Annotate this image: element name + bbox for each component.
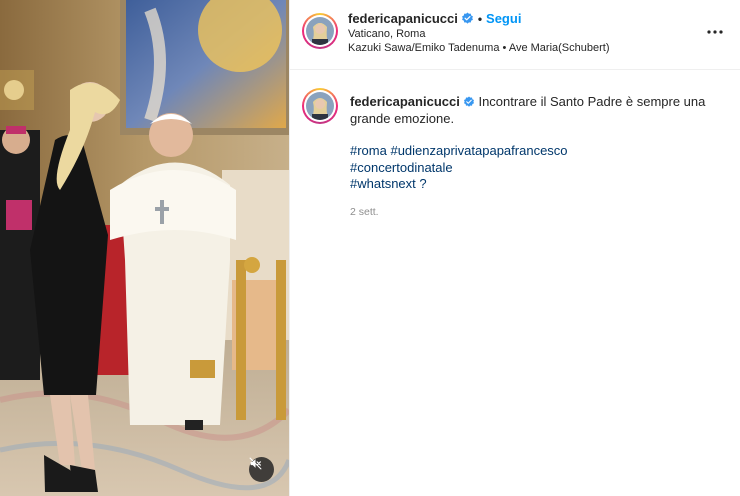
header-separator: •: [477, 12, 483, 26]
speaker-muted-icon: [249, 457, 262, 470]
hashtag-link[interactable]: #whatsnext ?: [350, 176, 730, 193]
more-options-icon: [707, 30, 723, 34]
verified-badge-icon: [463, 96, 474, 107]
verified-badge-icon: [461, 12, 473, 24]
header-top-line: federicapanicucci • Segui: [348, 10, 521, 28]
avatar-photo: [306, 92, 334, 120]
follow-button[interactable]: Segui: [486, 11, 521, 26]
hashtag-link[interactable]: #concertodinatale: [350, 160, 730, 177]
audio-artist: Kazuki Sawa/Emiko Tadenuma: [348, 42, 500, 54]
hashtag-link[interactable]: #roma #udienzaprivatapapafrancesco: [350, 143, 730, 160]
audio-separator: •: [502, 42, 507, 54]
caption-username[interactable]: federicapanicucci: [350, 94, 460, 109]
avatar-photo: [306, 17, 334, 45]
audio-title: Ave Maria(Schubert): [508, 42, 610, 54]
post-media[interactable]: [0, 0, 289, 496]
caption-avatar[interactable]: [302, 88, 338, 124]
post-detail-panel: federicapanicucci • Segui Vaticano, Roma …: [289, 0, 740, 496]
mute-button[interactable]: [249, 457, 274, 482]
caption-block: federicapanicucci Incontrare il Santo Pa…: [350, 93, 730, 218]
more-options-button[interactable]: [705, 22, 725, 42]
hashtag-list: #roma #udienzaprivatapapafrancesco #conc…: [350, 143, 730, 193]
post-timestamp[interactable]: 2 sett.: [350, 206, 730, 218]
author-avatar[interactable]: [302, 13, 338, 49]
caption-line: federicapanicucci Incontrare il Santo Pa…: [350, 93, 730, 127]
author-username[interactable]: federicapanicucci: [348, 11, 458, 26]
audio-attribution[interactable]: Kazuki Sawa/Emiko Tadenuma • Ave Maria(S…: [348, 42, 609, 54]
post-header: federicapanicucci • Segui Vaticano, Roma …: [290, 0, 740, 70]
post-photo: [0, 0, 289, 496]
location-link[interactable]: Vaticano, Roma: [348, 28, 425, 40]
